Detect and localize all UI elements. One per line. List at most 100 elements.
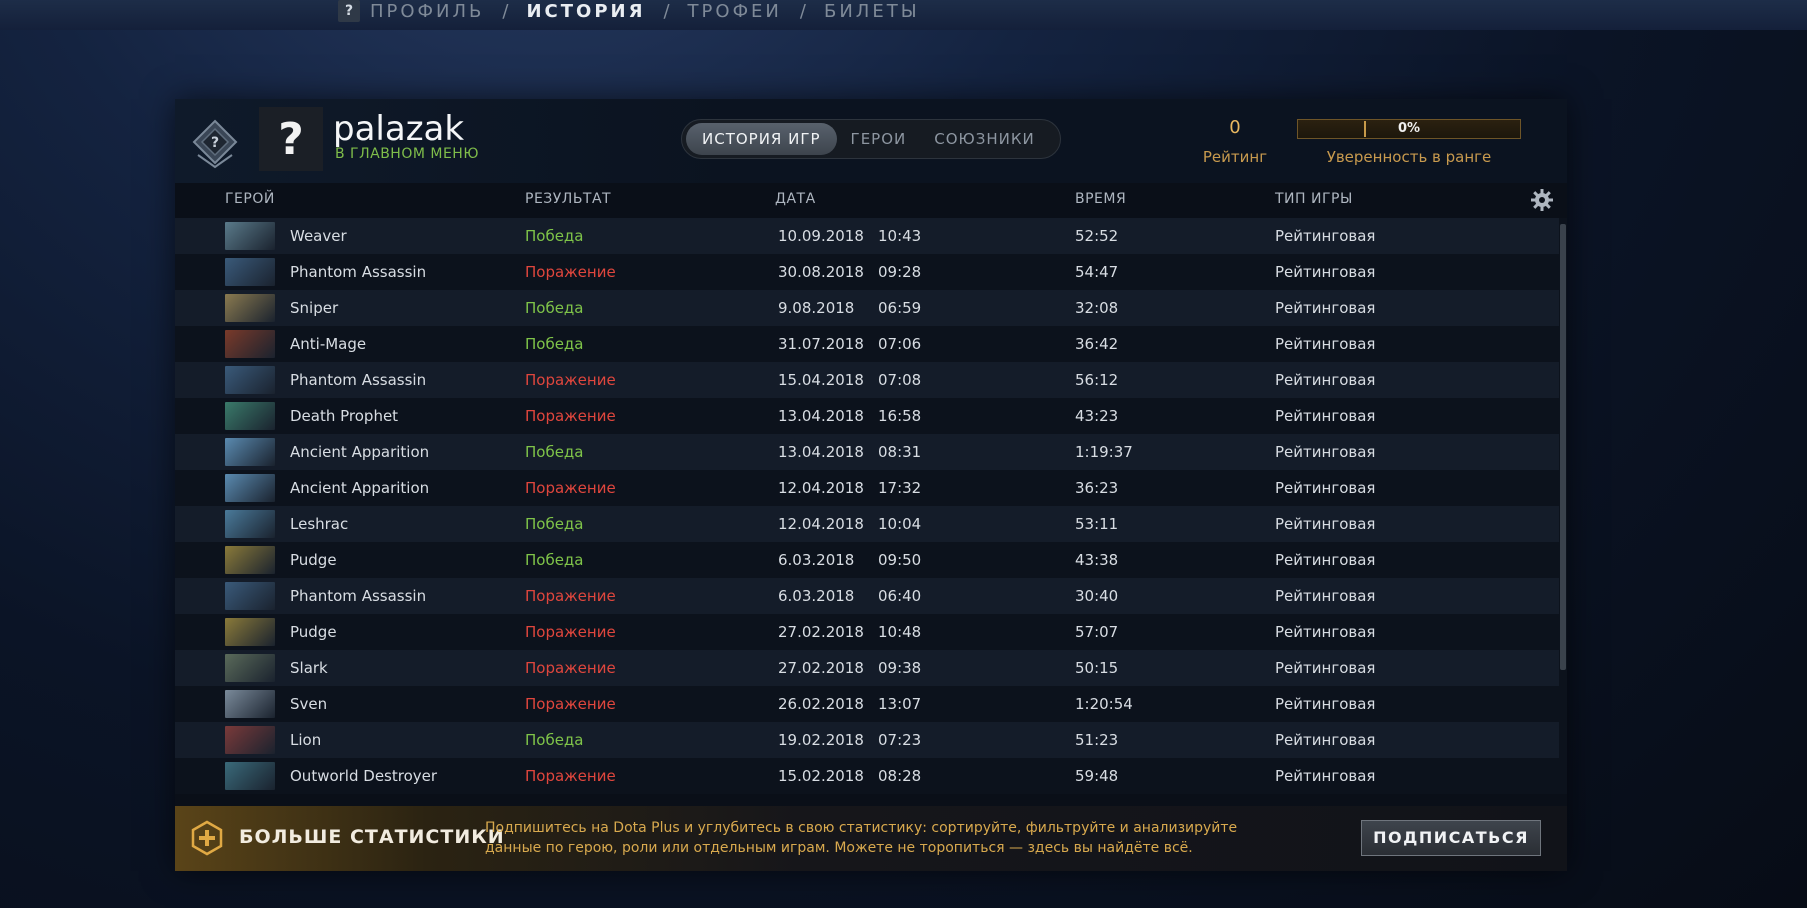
user-status: В ГЛАВНОМ МЕНЮ bbox=[335, 146, 479, 162]
match-date: 30.08.2018 bbox=[778, 263, 864, 281]
match-duration: 56:12 bbox=[1075, 371, 1119, 389]
match-duration: 53:11 bbox=[1075, 515, 1119, 533]
column-game-type[interactable]: ТИП ИГРЫ bbox=[1275, 191, 1353, 207]
match-result: Поражение bbox=[525, 587, 616, 605]
column-hero[interactable]: ГЕРОЙ bbox=[225, 191, 275, 207]
promo-text: Подпишитесь на Dota Plus и углубитесь в … bbox=[485, 820, 1238, 856]
match-row[interactable]: Sven Поражение 26.02.2018 13:07 1:20:54 Рейти… bbox=[175, 686, 1559, 722]
hero-portrait-icon bbox=[225, 510, 275, 538]
match-result: Победа bbox=[525, 299, 584, 317]
subscribe-button[interactable]: ПОДПИСАТЬСЯ bbox=[1361, 820, 1541, 856]
match-row[interactable]: Phantom Assassin Поражение 30.08.2018 09:28… bbox=[175, 254, 1559, 290]
match-duration: 1:19:37 bbox=[1075, 443, 1133, 461]
match-row[interactable]: Outworld Destroyer Поражение 15.02.2018 08:… bbox=[175, 758, 1559, 794]
match-result: Победа bbox=[525, 551, 584, 569]
match-row[interactable]: Ancient Apparition Поражение 12.04.2018 17:… bbox=[175, 470, 1559, 506]
match-duration: 50:15 bbox=[1075, 659, 1119, 677]
match-result: Поражение bbox=[525, 371, 616, 389]
hero-name: Death Prophet bbox=[290, 407, 399, 425]
match-row[interactable]: Leshrac Победа 12.04.2018 10:04 53:11 Рейтинг… bbox=[175, 506, 1559, 542]
match-start-time: 13:07 bbox=[878, 695, 922, 713]
match-list: Weaver Победа 10.09.2018 10:43 52:52 Рейтинго… bbox=[175, 218, 1567, 794]
hero-name: Pudge bbox=[290, 623, 337, 641]
match-result: Победа bbox=[525, 443, 584, 461]
match-duration: 30:40 bbox=[1075, 587, 1119, 605]
hero-name: Ancient Apparition bbox=[290, 443, 430, 461]
tab-heroes[interactable]: ГЕРОИ bbox=[837, 123, 921, 155]
match-start-time: 16:58 bbox=[878, 407, 922, 425]
scrollbar-thumb[interactable] bbox=[1560, 224, 1566, 670]
match-row[interactable]: Death Prophet Поражение 13.04.2018 16:58 43:… bbox=[175, 398, 1559, 434]
hero-name: Lion bbox=[290, 731, 322, 749]
hero-name: Leshrac bbox=[290, 515, 349, 533]
match-duration: 32:08 bbox=[1075, 299, 1119, 317]
nav-separator: / bbox=[502, 0, 509, 22]
game-type: Рейтинговая bbox=[1275, 263, 1376, 281]
game-type: Рейтинговая bbox=[1275, 335, 1376, 353]
game-type: Рейтинговая bbox=[1275, 731, 1376, 749]
match-result: Поражение bbox=[525, 623, 616, 641]
rank-confidence-label: Уверенность в ранге bbox=[1326, 148, 1492, 166]
hero-name: Phantom Assassin bbox=[290, 371, 427, 389]
match-start-time: 06:40 bbox=[878, 587, 922, 605]
match-start-time: 09:28 bbox=[878, 263, 922, 281]
match-start-time: 10:43 bbox=[878, 227, 922, 245]
hero-portrait-icon bbox=[225, 402, 275, 430]
match-result: Победа bbox=[525, 731, 584, 749]
match-date: 26.02.2018 bbox=[778, 695, 864, 713]
match-row[interactable]: Phantom Assassin Поражение 6.03.2018 06:40 3… bbox=[175, 578, 1559, 614]
game-type: Рейтинговая bbox=[1275, 623, 1376, 641]
match-row[interactable]: Sniper Победа 9.08.2018 06:59 32:08 Рейтингов… bbox=[175, 290, 1559, 326]
help-icon[interactable]: ? bbox=[338, 0, 360, 22]
hero-name: Phantom Assassin bbox=[290, 263, 427, 281]
nav-separator: / bbox=[663, 0, 670, 22]
match-duration: 1:20:54 bbox=[1075, 695, 1133, 713]
match-result: Поражение bbox=[525, 263, 616, 281]
hero-portrait-icon bbox=[225, 438, 275, 466]
match-row[interactable]: Ancient Apparition Победа 13.04.2018 08:31 1… bbox=[175, 434, 1559, 470]
match-start-time: 08:31 bbox=[878, 443, 922, 461]
match-start-time: 09:50 bbox=[878, 551, 922, 569]
match-duration: 52:52 bbox=[1075, 227, 1119, 245]
column-date[interactable]: ДАТА bbox=[775, 191, 816, 207]
tab-allies[interactable]: СОЮЗНИКИ bbox=[920, 123, 1048, 155]
match-row[interactable]: Pudge Победа 6.03.2018 09:50 43:38 Рейтингова… bbox=[175, 542, 1559, 578]
gear-icon[interactable] bbox=[1530, 188, 1554, 212]
match-date: 13.04.2018 bbox=[778, 407, 864, 425]
match-result: Поражение bbox=[525, 695, 616, 713]
avatar[interactable]: ? bbox=[259, 107, 323, 171]
nav-tickets[interactable]: БИЛЕТЫ bbox=[824, 1, 920, 22]
nav-profile[interactable]: ПРОФИЛЬ bbox=[370, 1, 484, 22]
match-start-time: 07:08 bbox=[878, 371, 922, 389]
match-row[interactable]: Pudge Поражение 27.02.2018 10:48 57:07 Рейтин… bbox=[175, 614, 1559, 650]
match-row[interactable]: Slark Поражение 27.02.2018 09:38 50:15 Рейтин… bbox=[175, 650, 1559, 686]
match-duration: 54:47 bbox=[1075, 263, 1119, 281]
match-result: Поражение bbox=[525, 479, 616, 497]
match-start-time: 10:04 bbox=[878, 515, 922, 533]
game-type: Рейтинговая bbox=[1275, 551, 1376, 569]
hero-name: Sniper bbox=[290, 299, 339, 317]
match-duration: 43:38 bbox=[1075, 551, 1119, 569]
column-result[interactable]: РЕЗУЛЬТАТ bbox=[525, 191, 611, 207]
rank-confidence-value: 0% bbox=[1397, 121, 1421, 136]
match-row[interactable]: Lion Победа 19.02.2018 07:23 51:23 Рейтингова… bbox=[175, 722, 1559, 758]
dota-plus-icon bbox=[191, 820, 223, 856]
rating-label: Рейтинг bbox=[1202, 148, 1268, 166]
game-type: Рейтинговая bbox=[1275, 479, 1376, 497]
game-type: Рейтинговая bbox=[1275, 695, 1376, 713]
nav-trophies[interactable]: ТРОФЕИ bbox=[688, 1, 782, 22]
match-row[interactable]: Weaver Победа 10.09.2018 10:43 52:52 Рейтинго… bbox=[175, 218, 1559, 254]
match-result: Победа bbox=[525, 515, 584, 533]
hero-portrait-icon bbox=[225, 258, 275, 286]
hero-portrait-icon bbox=[225, 474, 275, 502]
hero-name: Pudge bbox=[290, 551, 337, 569]
tab-match-history[interactable]: ИСТОРИЯ ИГР bbox=[686, 123, 837, 155]
game-type: Рейтинговая bbox=[1275, 587, 1376, 605]
nav-history[interactable]: ИСТОРИЯ bbox=[526, 1, 645, 22]
match-date: 27.02.2018 bbox=[778, 623, 864, 641]
history-tabs: ИСТОРИЯ ИГР ГЕРОИ СОЮЗНИКИ bbox=[681, 119, 1061, 159]
match-row[interactable]: Anti-Mage Победа 31.07.2018 07:06 36:42 Рейти… bbox=[175, 326, 1559, 362]
game-type: Рейтинговая bbox=[1275, 515, 1376, 533]
column-duration[interactable]: ВРЕМЯ bbox=[1075, 191, 1126, 207]
match-row[interactable]: Phantom Assassin Поражение 15.04.2018 07:08… bbox=[175, 362, 1559, 398]
